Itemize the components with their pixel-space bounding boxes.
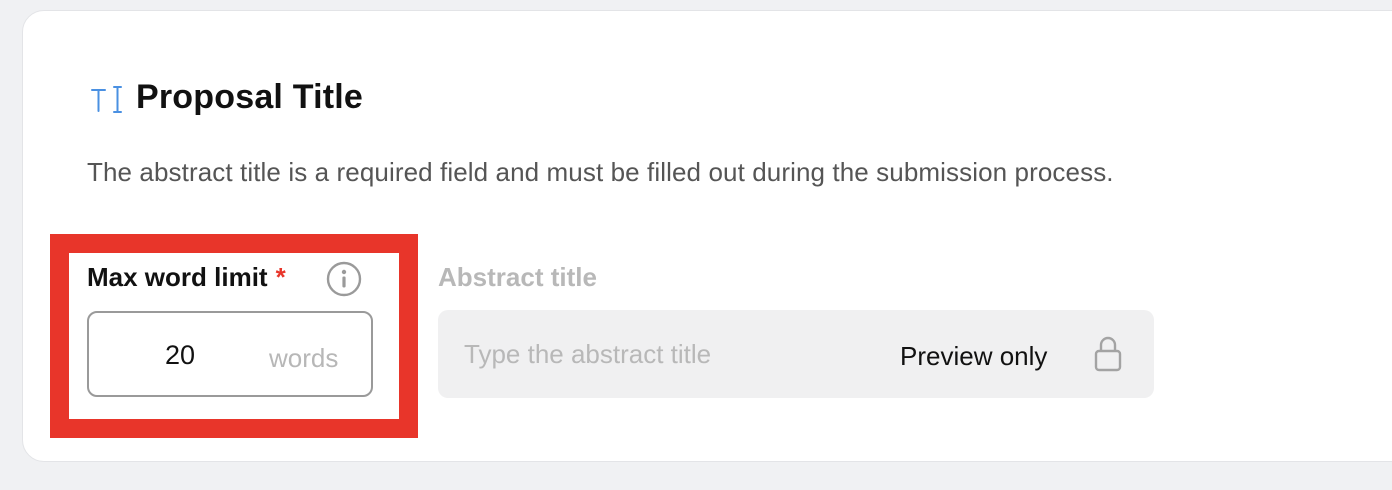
word-limit-input[interactable]: 20 words <box>87 311 373 397</box>
page-title: Proposal Title <box>136 78 364 116</box>
word-limit-label-text: Max word limit <box>87 262 268 292</box>
section-description: The abstract title is a required field a… <box>87 157 1114 187</box>
lock-icon <box>1093 334 1123 374</box>
preview-only-text: Preview only <box>900 341 1048 371</box>
word-limit-suffix: words <box>269 343 339 373</box>
info-icon[interactable] <box>326 261 362 297</box>
abstract-title-label: Abstract title <box>438 262 597 292</box>
abstract-title-placeholder: Type the abstract title <box>464 339 712 369</box>
section-header: Proposal Title <box>90 78 363 117</box>
abstract-title-input: Type the abstract title Preview only <box>438 310 1154 398</box>
required-marker: * <box>275 262 286 292</box>
word-limit-label: Max word limit * <box>87 262 286 293</box>
word-limit-value[interactable]: 20 <box>165 340 195 371</box>
text-cursor-icon <box>90 81 124 115</box>
